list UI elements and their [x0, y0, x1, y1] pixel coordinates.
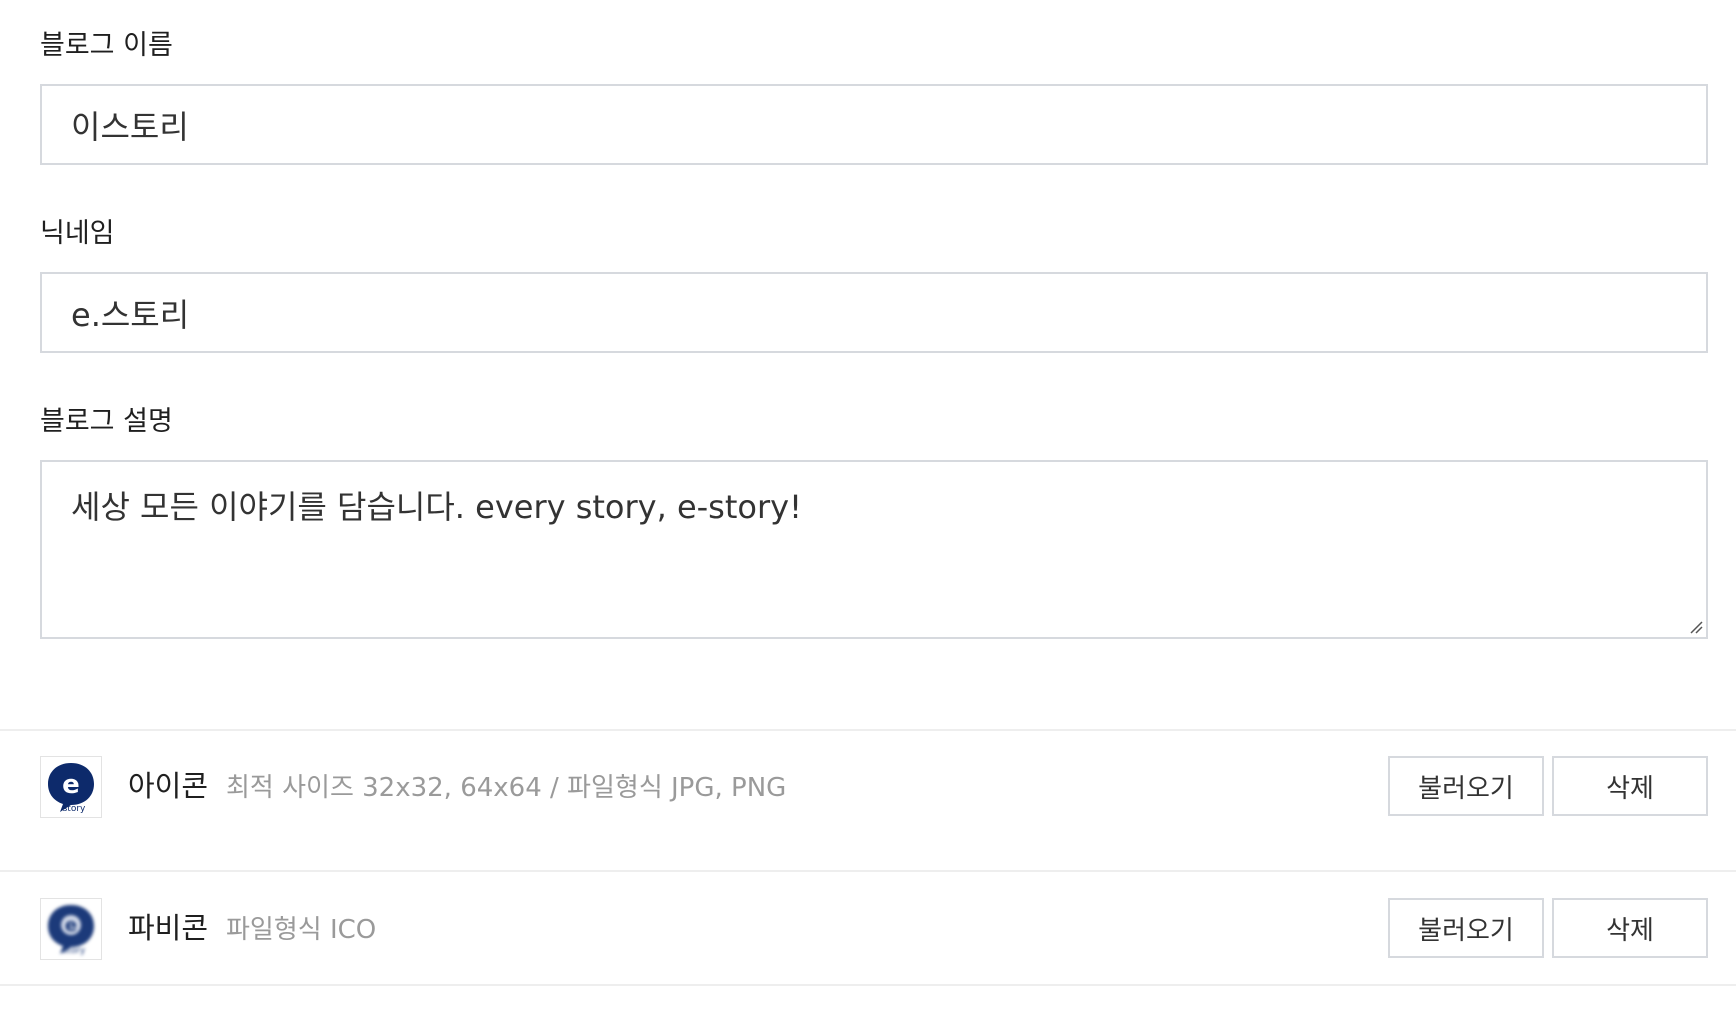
favicon-preview: e story — [40, 898, 102, 960]
icon-delete-button[interactable]: 삭제 — [1552, 756, 1708, 816]
icon-hint: 최적 사이즈 32x32, 64x64 / 파일형식 JPG, PNG — [226, 773, 787, 803]
blog-name-input[interactable]: 이스토리 — [40, 84, 1708, 165]
icon-load-button[interactable]: 불러오기 — [1388, 756, 1544, 816]
nickname-value: e.스토리 — [71, 295, 190, 334]
icon-row: e story 아이콘 최적 사이즈 32x32, 64x64 / 파일형식 J… — [0, 730, 1736, 870]
e-story-logo-icon: e story — [48, 763, 94, 814]
favicon-hint: 파일형식 ICO — [226, 915, 377, 945]
favicon-title: 파비콘 — [128, 911, 209, 945]
description-label: 블로그 설명 — [40, 406, 173, 437]
e-story-favicon-icon: e story — [48, 905, 94, 956]
description-textarea[interactable]: 세상 모든 이야기를 담습니다. every story, e-story! — [40, 460, 1708, 639]
svg-text:e: e — [65, 915, 77, 936]
blog-name-label: 블로그 이름 — [40, 30, 173, 61]
svg-text:story: story — [63, 804, 86, 814]
favicon-row: e story 파비콘 파일형식 ICO 불러오기 삭제 — [0, 872, 1736, 1012]
svg-text:story: story — [63, 946, 86, 956]
icon-title: 아이콘 — [128, 769, 209, 803]
icon-preview: e story — [40, 756, 102, 818]
nickname-input[interactable]: e.스토리 — [40, 272, 1708, 353]
favicon-delete-button[interactable]: 삭제 — [1552, 898, 1708, 958]
favicon-load-button[interactable]: 불러오기 — [1388, 898, 1544, 958]
blog-name-value: 이스토리 — [71, 107, 189, 146]
svg-text:e: e — [62, 770, 80, 800]
resize-grip-icon[interactable] — [1689, 620, 1703, 634]
description-value: 세상 모든 이야기를 담습니다. every story, e-story! — [71, 488, 802, 526]
nickname-label: 닉네임 — [40, 218, 115, 249]
